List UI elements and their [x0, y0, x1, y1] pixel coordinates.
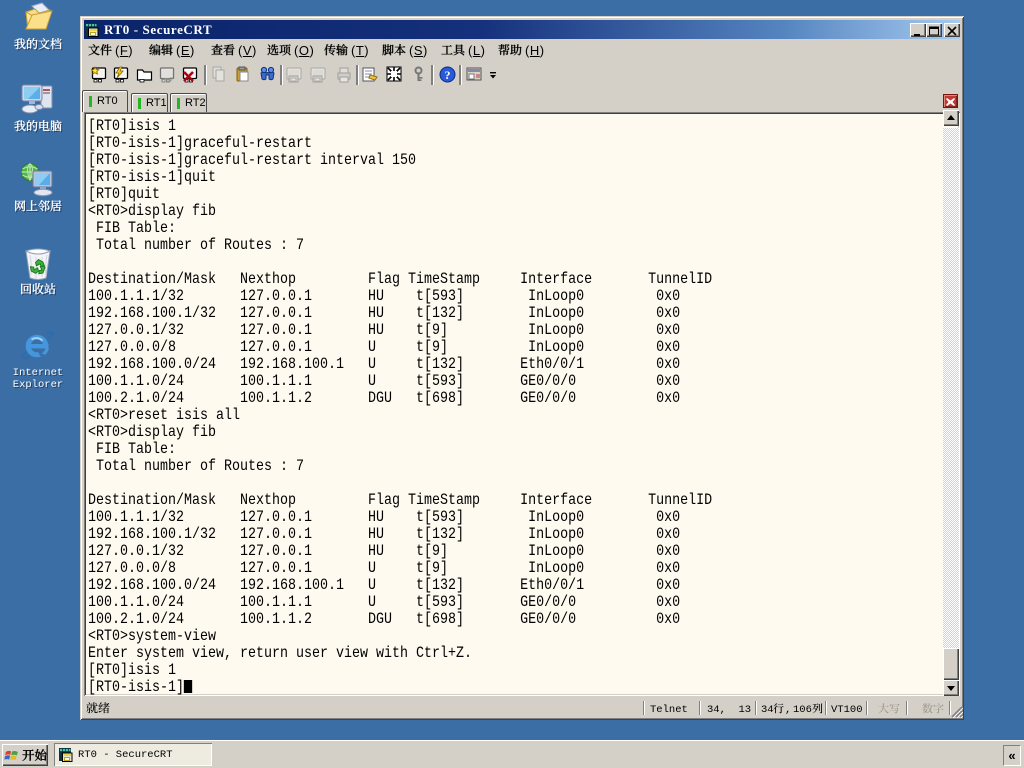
svg-text:?: ? [445, 68, 451, 82]
